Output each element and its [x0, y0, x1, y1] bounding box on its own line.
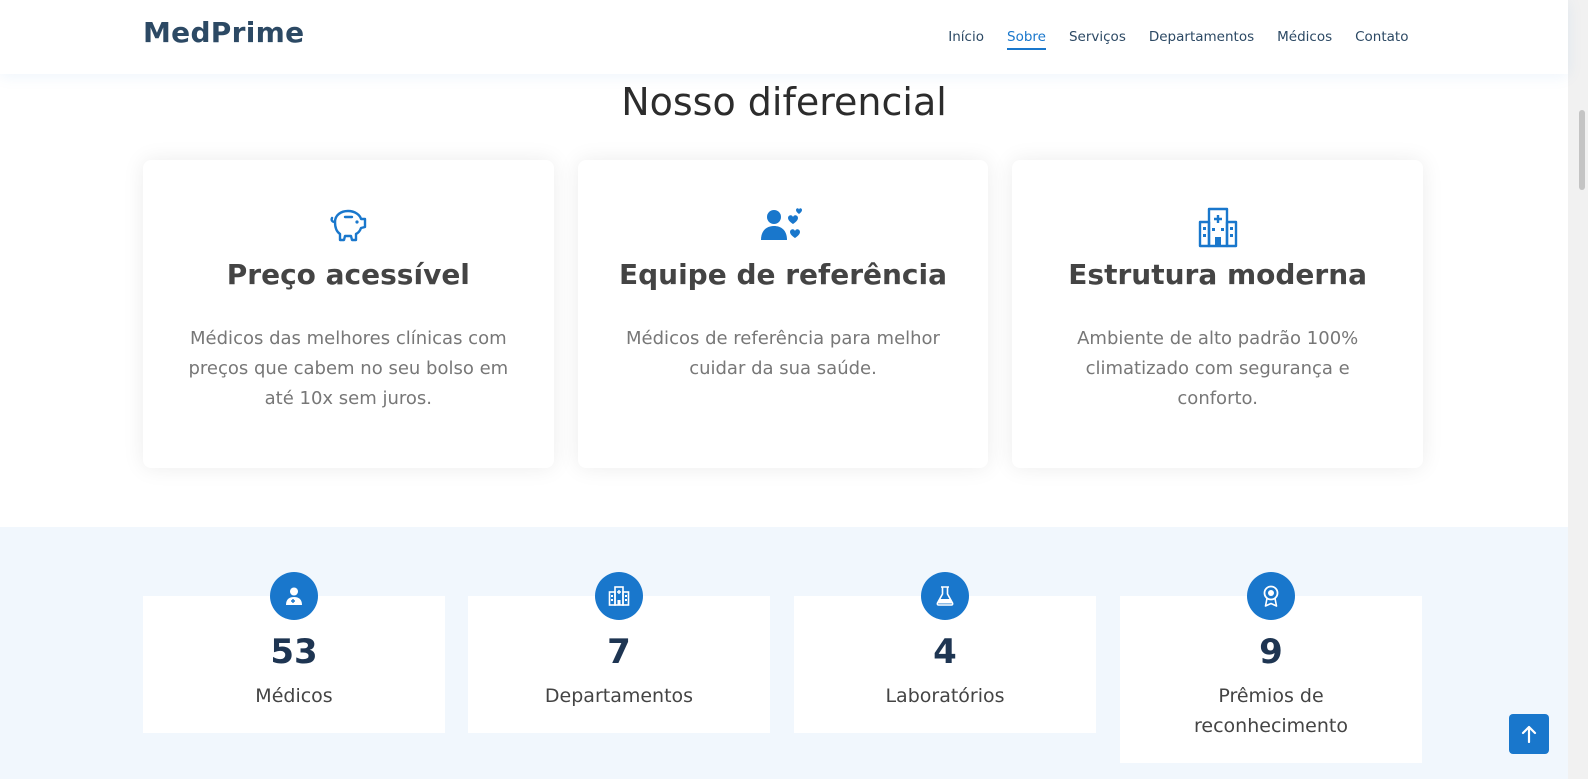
logo[interactable]: MedPrime: [143, 16, 304, 49]
feature-title: Equipe de referência: [618, 258, 948, 291]
back-to-top-button[interactable]: [1509, 714, 1549, 754]
nav-link-sobre[interactable]: Sobre: [996, 0, 1058, 74]
feature-card: Estrutura moderna Ambiente de alto padrã…: [1012, 160, 1424, 468]
feature-title: Preço acessível: [226, 258, 470, 291]
flask-icon: [921, 572, 969, 620]
features-cards: Preço acessível Médicos das melhores clí…: [143, 160, 1424, 468]
count-label: Departamentos: [544, 685, 694, 707]
count-label: Médicos: [255, 685, 333, 707]
feature-card: Equipe de referência Médicos de referênc…: [577, 160, 989, 468]
scrollbar-thumb[interactable]: [1579, 110, 1585, 190]
counts-section: 53 Médicos 7 Departamentos 4 Laboratório…: [0, 527, 1568, 779]
count-number: 9: [1259, 632, 1283, 672]
hospital-icon: [1012, 206, 1423, 252]
count-label: Prêmios de reconhecimento: [1194, 685, 1348, 737]
count-number: 53: [270, 632, 318, 672]
piggy-bank-icon: [143, 206, 554, 252]
count-number: 4: [933, 632, 957, 672]
nav-link-servicos[interactable]: Serviços: [1057, 0, 1137, 74]
feature-title: Estrutura moderna: [1068, 258, 1368, 291]
site-header: MedPrime Início Sobre Serviços Departame…: [0, 0, 1568, 74]
award-icon: [1247, 572, 1295, 620]
feature-card: Preço acessível Médicos das melhores clí…: [143, 160, 554, 468]
page: MedPrime Início Sobre Serviços Departame…: [0, 0, 1588, 779]
section-title: Nosso diferencial: [621, 80, 947, 124]
doctor-icon: [270, 572, 318, 620]
main-nav: Início Sobre Serviços Departamentos Médi…: [937, 0, 1420, 74]
nav-link-inicio[interactable]: Início: [937, 0, 996, 74]
count-box: 7 Departamentos: [468, 572, 770, 733]
nav-link-contato[interactable]: Contato: [1344, 0, 1420, 74]
page-scrollbar[interactable]: [1568, 0, 1588, 779]
count-label: Laboratórios: [885, 685, 1005, 707]
count-box: 53 Médicos: [143, 572, 445, 733]
arrow-up-icon: [1521, 725, 1537, 743]
count-number: 7: [607, 632, 631, 672]
user-hearts-icon: [578, 206, 989, 252]
building-icon: [595, 572, 643, 620]
feature-text: Médicos das melhores clínicas com preços…: [188, 328, 509, 409]
nav-link-departamentos[interactable]: Departamentos: [1137, 0, 1265, 74]
count-box: 4 Laboratórios: [794, 572, 1096, 733]
feature-text: Médicos de referência para melhor cuidar…: [626, 328, 940, 379]
nav-link-medicos[interactable]: Médicos: [1266, 0, 1344, 74]
count-box: 9 Prêmios de reconhecimento: [1120, 572, 1422, 763]
feature-text: Ambiente de alto padrão 100% climatizado…: [1077, 328, 1359, 409]
